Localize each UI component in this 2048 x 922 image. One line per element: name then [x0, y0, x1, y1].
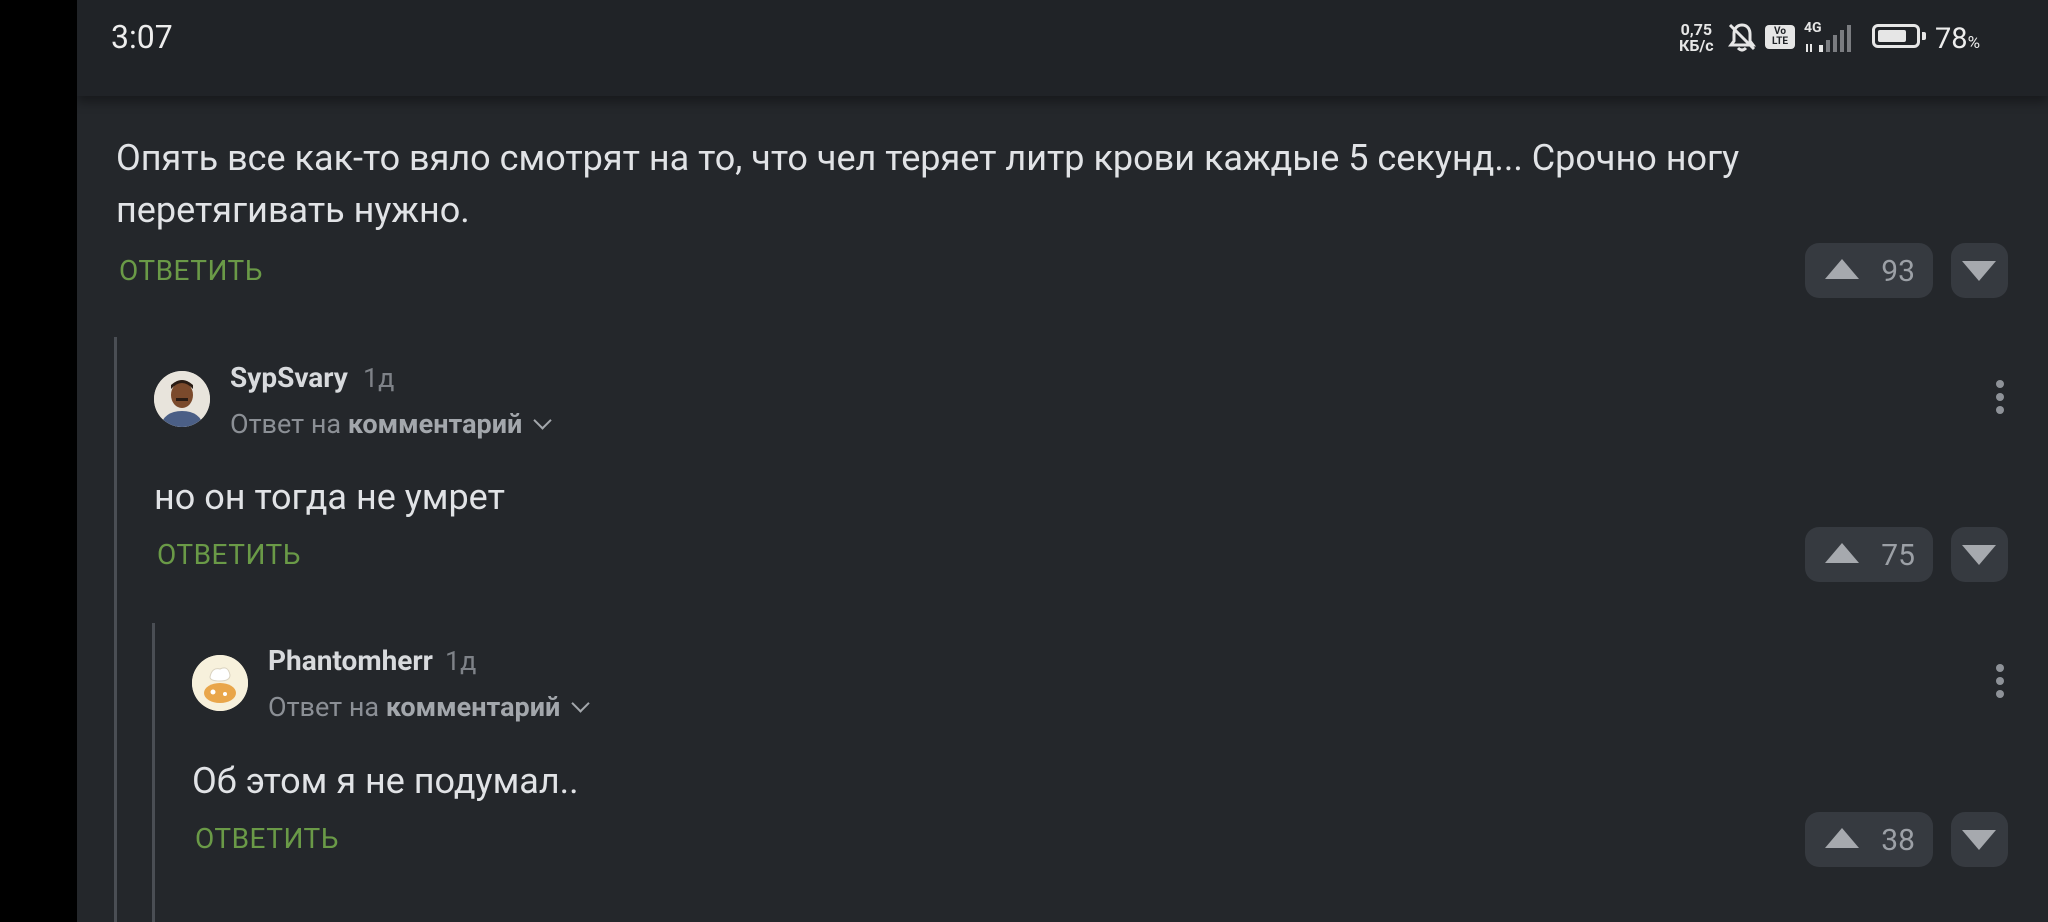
comment-author[interactable]: Phantomherr — [268, 644, 433, 677]
battery-percent: 78% — [1935, 22, 1980, 56]
volte-label: Vo LTE — [1771, 26, 1789, 47]
thread-line-nested — [152, 623, 155, 922]
status-time: 3:07 — [111, 18, 173, 56]
rating-count: 93 — [1881, 254, 1915, 289]
comment-text: Об этом я не подумал.. — [192, 760, 579, 802]
battery-percent-sign: % — [1967, 33, 1981, 53]
app-screen: 3:07 0,75 КБ/с Vo LTE 4G 78% Опять все к… — [77, 0, 2048, 922]
downvote-button[interactable] — [1951, 527, 2008, 582]
comment-time: 1д — [363, 362, 395, 394]
status-bar: 3:07 0,75 КБ/с Vo LTE 4G 78% — [77, 0, 2048, 96]
rating-count: 38 — [1881, 823, 1915, 858]
comment-time: 1д — [445, 645, 477, 677]
arrow-up-icon — [1825, 828, 1859, 848]
reply-to-target: комментарий — [385, 691, 561, 723]
battery-fill — [1878, 30, 1906, 42]
more-options-icon[interactable] — [1996, 664, 2004, 703]
reply-to-link[interactable]: Ответ на комментарий — [230, 408, 553, 440]
arrow-down-icon — [1962, 830, 1996, 850]
reply-button[interactable]: ОТВЕТИТЬ — [119, 254, 263, 287]
battery-icon — [1872, 24, 1926, 48]
reply-to-prefix: Ответ на — [230, 408, 342, 440]
upvote-button[interactable]: 38 — [1805, 812, 1933, 867]
arrow-up-icon — [1825, 543, 1859, 563]
arrow-down-icon — [1962, 261, 1996, 281]
reply-to-target: комментарий — [347, 408, 523, 440]
chevron-down-icon — [533, 411, 553, 430]
network-speed: 0,75 КБ/с — [1679, 22, 1714, 54]
arrow-down-icon — [1962, 545, 1996, 565]
battery-tip — [1922, 32, 1926, 40]
downvote-button[interactable] — [1951, 243, 2008, 298]
reply-button[interactable]: ОТВЕТИТЬ — [195, 822, 339, 855]
arrow-up-icon — [1825, 259, 1859, 279]
reply-to-link[interactable]: Ответ на комментарий — [268, 691, 591, 723]
notifications-muted-icon — [1728, 23, 1756, 52]
more-options-icon[interactable] — [1996, 380, 2004, 419]
comment-text: Опять все как-то вяло смотрят на то, что… — [116, 137, 1740, 231]
comment-text: но он тогда не умрет — [154, 476, 505, 518]
comment-author[interactable]: SypSvary — [230, 361, 348, 394]
avatar[interactable] — [154, 371, 210, 427]
reply-to-prefix: Ответ на — [268, 691, 380, 723]
chevron-down-icon — [571, 694, 591, 713]
downvote-button[interactable] — [1951, 812, 2008, 867]
reply-button[interactable]: ОТВЕТИТЬ — [157, 538, 301, 571]
avatar[interactable] — [192, 655, 248, 711]
thread-line — [114, 337, 117, 922]
upvote-button[interactable]: 93 — [1805, 243, 1933, 298]
rating-count: 75 — [1881, 538, 1915, 573]
upvote-button[interactable]: 75 — [1805, 527, 1933, 582]
network-speed-unit: КБ/с — [1679, 36, 1714, 55]
cellular-signal-icon: 4G — [1804, 20, 1854, 54]
battery-percent-value: 78 — [1935, 22, 1968, 56]
volte-icon: Vo LTE — [1765, 25, 1795, 49]
